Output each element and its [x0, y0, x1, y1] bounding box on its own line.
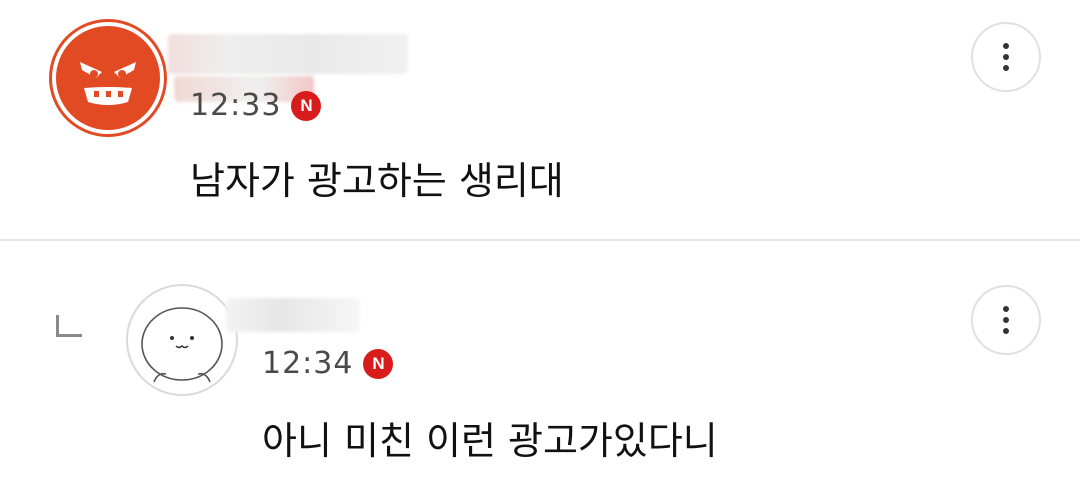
comment-text: 아니 미친 이런 광고가있다니	[262, 419, 718, 463]
more-vertical-icon	[1003, 43, 1009, 49]
more-vertical-icon-dot	[1003, 65, 1009, 71]
new-badge: N	[291, 90, 322, 121]
more-vertical-icon	[1003, 306, 1009, 312]
avatar[interactable]	[126, 284, 238, 396]
avatar[interactable]	[52, 22, 164, 134]
new-badge: N	[363, 348, 394, 379]
more-vertical-icon-dot	[1003, 54, 1009, 60]
timestamp: 12:33	[190, 88, 282, 123]
timestamp: 12:34	[262, 346, 354, 381]
timestamp-row: 12:34 N	[262, 346, 394, 381]
more-vertical-icon-dot	[1003, 328, 1009, 334]
reply-arrow-icon	[56, 315, 82, 337]
more-options-button[interactable]	[971, 22, 1041, 92]
angry-face-icon	[80, 62, 136, 105]
more-vertical-icon-dot	[1003, 317, 1009, 323]
default-profile-icon	[141, 307, 223, 383]
comment-text: 남자가 광고하는 생리대	[190, 159, 564, 203]
more-options-button[interactable]	[971, 285, 1041, 355]
username-redacted	[226, 298, 360, 332]
timestamp-row: 12:33 N	[190, 88, 322, 123]
divider	[0, 239, 1080, 241]
username-redacted	[168, 34, 408, 74]
comment-item: 12:33 N 남자가 광고하는 생리대	[0, 0, 1080, 240]
